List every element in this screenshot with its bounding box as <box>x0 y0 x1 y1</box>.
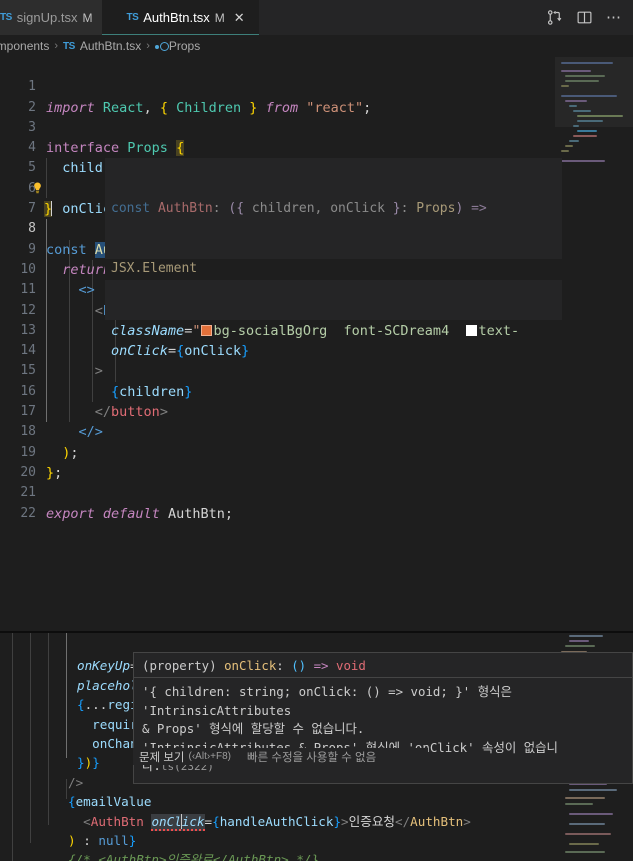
line-content: export default AuthBtn; <box>46 505 234 522</box>
breadcrumb-symbol-label: Props <box>168 39 201 53</box>
lightbulb-quickfix-icon[interactable] <box>31 140 44 193</box>
hover-error-line-1: '{ children: string; onClick: () => void… <box>142 684 512 718</box>
split-editor-icon[interactable] <box>576 9 593 26</box>
hover-error-line-2: & Props' 형식에 할당할 수 없습니다. <box>142 721 365 736</box>
code-line[interactable]: 4 children: React.ReactNode; <box>0 118 633 176</box>
tab-label: signUp.tsx <box>16 10 78 25</box>
breadcrumb-separator: › <box>54 40 59 52</box>
breadcrumb-separator: › <box>146 40 150 52</box>
code-line[interactable]: </div> <box>0 850 633 861</box>
code-line[interactable]: 21 export default AuthBtn; <box>0 463 633 521</box>
top-minimap[interactable] <box>555 57 633 632</box>
hover-error-body: '{ children: string; onClick: () => void… <box>134 678 632 783</box>
breadcrumb-item-symbol[interactable]: Props <box>154 39 201 53</box>
code-line[interactable]: ) : null} <box>0 812 633 848</box>
tab-signup-tsx[interactable]: TS signUp.tsx M <box>0 0 103 35</box>
ts-file-icon: TS <box>0 12 12 23</box>
view-problem-shortcut: (‹Alt›+F8) <box>188 751 232 762</box>
top-editor-code-area[interactable]: 1 import React, { Children } from "react… <box>0 57 633 632</box>
line-number: 22 <box>20 505 36 521</box>
quickfix-bar: 문제 보기 (‹Alt›+F8) 빠른 수정을 사용할 수 없음 <box>133 748 428 765</box>
hover-signature: (property) onClick: () => void <box>142 658 366 673</box>
hover-signature-name: onClick <box>224 658 277 673</box>
more-actions-icon[interactable]: ⋯ <box>606 10 622 25</box>
top-editor-pane: TS signUp.tsx M TS AuthBtn.tsx M ✕ ⋯ com… <box>0 0 633 632</box>
view-problem-link[interactable]: 문제 보기 <box>139 749 185 765</box>
close-icon[interactable]: ✕ <box>234 10 245 26</box>
no-quickfix-label: 빠른 수정을 사용할 수 없음 <box>247 751 377 764</box>
tab-modified-badge: M <box>82 10 93 25</box>
hover-signature-line1: const AuthBtn: ({ children, onClick }: P… <box>111 200 487 216</box>
code-line[interactable]: 1 import React, { Children } from "react… <box>0 57 633 115</box>
breadcrumb-item-file[interactable]: AuthBtn.tsx <box>80 39 141 53</box>
breadcrumb-item-components[interactable]: components <box>0 39 49 53</box>
interface-icon <box>154 42 169 51</box>
editor-tab-bar: TS signUp.tsx M TS AuthBtn.tsx M ✕ ⋯ <box>0 0 633 35</box>
code-line[interactable]: {/* <AuthBtn>인증완료</AuthBtn> */} <box>0 831 633 861</box>
hover-signature-prefix: (property) <box>142 658 225 673</box>
code-line[interactable]: 20 <box>0 443 633 480</box>
ts-file-icon: TS <box>126 12 139 23</box>
hover-signature-line2: JSX.Element <box>105 259 562 280</box>
tab-modified-badge: M <box>214 10 225 25</box>
code-line[interactable]: 22 <box>0 483 633 521</box>
editor-split-divider[interactable] <box>0 631 633 633</box>
code-line[interactable]: 3 interface Props { <box>0 98 633 157</box>
code-line[interactable]: 16 </button> <box>0 362 633 420</box>
code-line[interactable]: 15 {children} <box>0 341 633 399</box>
code-line[interactable]: 18 ); <box>0 402 633 460</box>
split-compare-icon[interactable] <box>546 9 563 26</box>
editor-actions: ⋯ <box>546 0 633 35</box>
tab-authbtn-tsx[interactable]: TS AuthBtn.tsx M ✕ <box>102 0 259 35</box>
code-line[interactable]: <AuthBtn onClick={handleAuthClick}>인증요청<… <box>0 792 633 831</box>
code-line[interactable]: 14 > <box>0 321 633 379</box>
ts-file-icon: TS <box>63 40 75 52</box>
tab-label: AuthBtn.tsx <box>143 10 210 25</box>
code-line[interactable]: 5 onClick: () => void; <box>0 138 633 217</box>
code-line[interactable]: 19 }; <box>0 422 633 481</box>
code-line[interactable]: 2 <box>0 77 633 115</box>
code-line[interactable]: 17 </> <box>0 382 633 440</box>
top-hover-tooltip: const AuthBtn: ({ children, onClick }: P… <box>105 158 562 321</box>
breadcrumb: components › TS AuthBtn.tsx › Props <box>0 35 633 57</box>
